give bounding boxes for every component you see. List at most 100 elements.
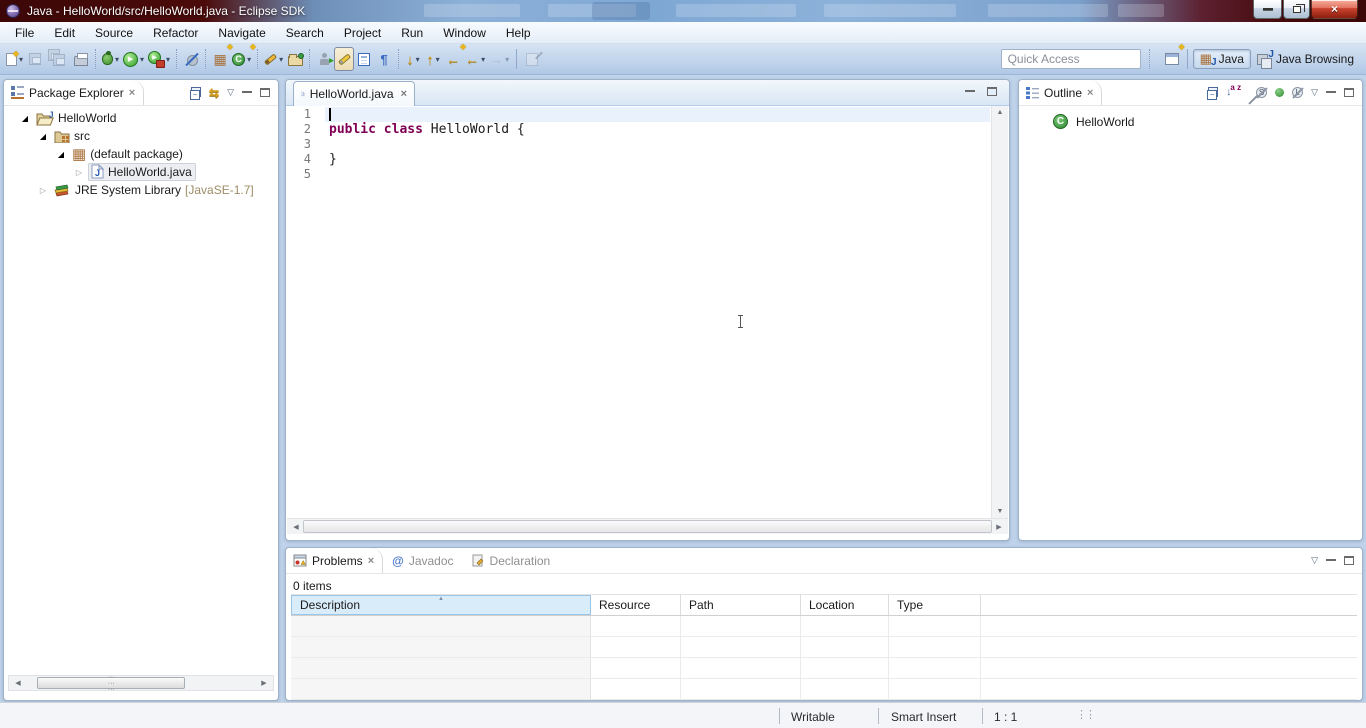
scroll-down-icon[interactable]: ▼ bbox=[992, 508, 1008, 515]
column-header-path[interactable]: Path bbox=[681, 595, 801, 615]
new-java-class-button[interactable]: C ◆ ▾ bbox=[230, 47, 253, 71]
view-menu-icon[interactable]: ▽ bbox=[1311, 87, 1318, 98]
run-button[interactable]: ▶ ▾ bbox=[121, 47, 146, 71]
scroll-left-icon[interactable]: ◀ bbox=[289, 523, 303, 531]
menu-run[interactable]: Run bbox=[391, 23, 433, 43]
hide-non-public-button[interactable] bbox=[1275, 88, 1284, 97]
scroll-left-icon[interactable]: ◀ bbox=[11, 679, 25, 687]
new-java-project-button[interactable]: ▦ ◆ bbox=[210, 47, 230, 71]
run-external-tools-button[interactable]: ▶ ▾ bbox=[146, 47, 172, 71]
tree-row-jre[interactable]: ▷ JRE System Library [JavaSE-1.7] bbox=[4, 181, 278, 199]
view-menu-icon[interactable]: ▽ bbox=[1311, 555, 1318, 566]
expanded-arrow-icon[interactable]: ◢ bbox=[38, 132, 48, 141]
scrollbar-thumb[interactable] bbox=[37, 677, 185, 689]
hide-static-members-button[interactable]: S bbox=[1256, 87, 1267, 98]
maximize-editor-icon[interactable] bbox=[987, 87, 997, 96]
collapse-all-button[interactable] bbox=[190, 87, 201, 98]
perspective-java-browsing-button[interactable]: J Java Browsing bbox=[1251, 50, 1360, 68]
search-dropdown-arrow[interactable]: ▾ bbox=[279, 55, 283, 64]
menu-refactor[interactable]: Refactor bbox=[143, 23, 208, 43]
minimize-button[interactable] bbox=[1253, 0, 1282, 19]
tree-row-src[interactable]: ◢ src bbox=[4, 127, 278, 145]
tree-row-default-package[interactable]: ◢ ▦ (default package) bbox=[4, 145, 278, 163]
view-menu-icon[interactable]: ▽ bbox=[227, 87, 234, 98]
editor-hscrollbar[interactable]: ◀ ▶ bbox=[287, 518, 1008, 534]
show-source-button[interactable] bbox=[354, 47, 374, 71]
restore-button[interactable] bbox=[1283, 0, 1310, 19]
close-tab-icon[interactable]: × bbox=[401, 88, 407, 100]
menu-edit[interactable]: Edit bbox=[44, 23, 85, 43]
column-header-resource[interactable]: Resource bbox=[591, 595, 681, 615]
minimize-view-icon[interactable] bbox=[1326, 89, 1336, 93]
close-view-icon[interactable]: × bbox=[129, 87, 135, 99]
show-whitespace-button[interactable]: ¶ bbox=[374, 47, 394, 71]
print-button[interactable] bbox=[71, 47, 91, 71]
link-with-editor-button[interactable]: ⇆ bbox=[209, 86, 219, 100]
debug-dropdown-arrow[interactable]: ▾ bbox=[115, 55, 119, 64]
next-annotation-dropdown-arrow[interactable]: ▾ bbox=[416, 55, 420, 64]
declaration-tab[interactable]: Declaration bbox=[463, 548, 560, 573]
back-button[interactable]: ← ▾ bbox=[463, 47, 487, 71]
last-edit-location-button[interactable]: ← ◆ bbox=[443, 47, 463, 71]
outline-class-item[interactable]: C HelloWorld bbox=[1019, 106, 1362, 129]
debug-button[interactable]: ▾ bbox=[100, 47, 121, 71]
mark-occurrences-button[interactable] bbox=[334, 47, 354, 71]
search-button[interactable]: ▾ bbox=[262, 47, 285, 71]
javadoc-tab[interactable]: @ Javadoc bbox=[383, 548, 462, 573]
code-editor[interactable]: 1 2 3 4 5 public class HelloWorld { } ▲ … bbox=[287, 106, 1008, 518]
menu-source[interactable]: Source bbox=[85, 23, 143, 43]
editor-vscrollbar[interactable]: ▲ ▼ bbox=[991, 106, 1008, 518]
open-perspective-button[interactable]: ◆ bbox=[1162, 47, 1182, 71]
package-explorer-hscrollbar[interactable]: ◀ ▶ bbox=[8, 675, 274, 691]
next-annotation-button[interactable]: ↓ ▾ bbox=[403, 47, 423, 71]
package-explorer-tab[interactable]: Package Explorer × bbox=[4, 80, 144, 105]
sort-button[interactable]: ↓a z bbox=[1226, 86, 1240, 99]
minimize-view-icon[interactable] bbox=[242, 89, 252, 93]
new-dropdown-arrow[interactable]: ▾ bbox=[19, 55, 23, 64]
selected-file[interactable]: J HelloWorld.java bbox=[88, 163, 196, 181]
back-dropdown-arrow[interactable]: ▾ bbox=[481, 55, 485, 64]
scrollbar-thumb[interactable] bbox=[303, 520, 992, 533]
collapse-all-button[interactable] bbox=[1207, 87, 1218, 98]
tree-row-java-file[interactable]: ▷ J HelloWorld.java bbox=[4, 163, 278, 181]
tree-row-project[interactable]: ◢ J HelloWorld bbox=[4, 109, 278, 127]
expanded-arrow-icon[interactable]: ◢ bbox=[20, 114, 30, 123]
column-header-location[interactable]: Location bbox=[801, 595, 889, 615]
maximize-view-icon[interactable] bbox=[1344, 556, 1354, 565]
expanded-arrow-icon[interactable]: ◢ bbox=[56, 150, 66, 159]
scroll-right-icon[interactable]: ▶ bbox=[257, 679, 271, 687]
scroll-up-icon[interactable]: ▲ bbox=[992, 109, 1008, 116]
open-type-button[interactable] bbox=[285, 47, 305, 71]
maximize-view-icon[interactable] bbox=[1344, 88, 1354, 97]
minimize-view-icon[interactable] bbox=[1326, 557, 1336, 561]
collapsed-arrow-icon[interactable]: ▷ bbox=[74, 168, 84, 177]
collapsed-arrow-icon[interactable]: ▷ bbox=[38, 186, 48, 195]
quick-access-input[interactable] bbox=[1001, 49, 1141, 69]
new-class-dropdown-arrow[interactable]: ▾ bbox=[247, 55, 251, 64]
outline-tab[interactable]: Outline × bbox=[1019, 80, 1102, 105]
menu-window[interactable]: Window bbox=[433, 23, 496, 43]
scroll-right-icon[interactable]: ▶ bbox=[992, 523, 1006, 531]
menu-navigate[interactable]: Navigate bbox=[208, 23, 275, 43]
close-view-icon[interactable]: × bbox=[368, 555, 374, 567]
maximize-view-icon[interactable] bbox=[260, 88, 270, 97]
close-view-icon[interactable]: × bbox=[1087, 87, 1093, 99]
skip-breakpoints-button[interactable] bbox=[181, 47, 201, 71]
editor-tab-helloworld[interactable]: J HelloWorld.java × bbox=[293, 81, 415, 106]
menu-file[interactable]: File bbox=[5, 23, 44, 43]
problems-tab[interactable]: Problems × bbox=[286, 548, 383, 573]
external-tools-dropdown-arrow[interactable]: ▾ bbox=[166, 55, 170, 64]
close-button[interactable]: × bbox=[1311, 0, 1358, 19]
toggle-focus-button[interactable]: ▸ bbox=[314, 47, 334, 71]
new-wizard-button[interactable]: ◆ ▾ bbox=[4, 47, 25, 71]
perspective-java-button[interactable]: ▦J Java bbox=[1193, 49, 1251, 69]
menu-search[interactable]: Search bbox=[276, 23, 334, 43]
run-dropdown-arrow[interactable]: ▾ bbox=[140, 55, 144, 64]
column-header-type[interactable]: Type bbox=[889, 595, 981, 615]
hide-local-types-button[interactable]: L bbox=[1292, 87, 1303, 98]
minimize-editor-icon[interactable] bbox=[965, 88, 975, 92]
menu-project[interactable]: Project bbox=[334, 23, 391, 43]
title-bar[interactable]: Java - HelloWorld/src/HelloWorld.java - … bbox=[0, 0, 1366, 22]
column-header-description[interactable]: ▲ Description bbox=[291, 595, 591, 615]
menu-help[interactable]: Help bbox=[496, 23, 541, 43]
